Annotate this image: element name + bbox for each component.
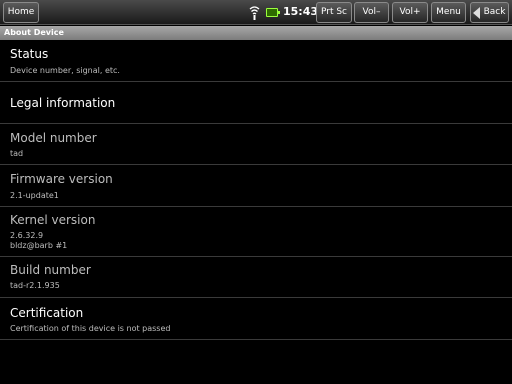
firmware-value: 2.1-update1 (10, 191, 59, 200)
list-item-model: Model number tad (0, 124, 512, 165)
menu-button[interactable]: Menu (431, 2, 466, 23)
back-arrow-icon (473, 7, 480, 19)
list-item-kernel: Kernel version 2.6.32.9 bldz@barb #1 (0, 207, 512, 257)
print-screen-button[interactable]: Prt Sc (316, 2, 352, 23)
certification-title: Certification (10, 306, 84, 320)
kernel-value-line2: bldz@barb #1 (10, 241, 68, 250)
settings-list: Status Device number, signal, etc. Legal… (0, 40, 512, 340)
back-label: Back (483, 7, 506, 17)
list-item-status[interactable]: Status Device number, signal, etc. (0, 40, 512, 82)
list-item-certification[interactable]: Certification Certification of this devi… (0, 298, 512, 340)
system-bar: Home 15:43 Prt Sc Vol– Vol+ Menu Back (0, 0, 512, 25)
clock: 15:43 (283, 5, 319, 18)
model-title: Model number (10, 131, 97, 145)
page-title: About Device (0, 26, 512, 40)
build-value: tad-r2.1.935 (10, 281, 60, 290)
volume-down-button[interactable]: Vol– (354, 2, 389, 23)
wifi-icon (249, 6, 260, 20)
list-item-legal[interactable]: Legal information (0, 82, 512, 124)
build-title: Build number (10, 263, 91, 277)
firmware-title: Firmware version (10, 172, 113, 186)
model-value: tad (10, 149, 24, 158)
battery-charging-icon (266, 8, 280, 17)
volume-up-button[interactable]: Vol+ (392, 2, 428, 23)
legal-title: Legal information (10, 96, 116, 110)
kernel-title: Kernel version (10, 213, 96, 227)
list-item-firmware: Firmware version 2.1-update1 (0, 165, 512, 207)
status-title: Status (10, 47, 49, 61)
status-subtitle: Device number, signal, etc. (10, 66, 120, 75)
kernel-value-line1: 2.6.32.9 (10, 231, 44, 240)
home-button[interactable]: Home (3, 2, 39, 23)
list-item-build: Build number tad-r2.1.935 (0, 257, 512, 298)
back-button[interactable]: Back (470, 2, 509, 23)
certification-subtitle: Certification of this device is not pass… (10, 324, 171, 333)
